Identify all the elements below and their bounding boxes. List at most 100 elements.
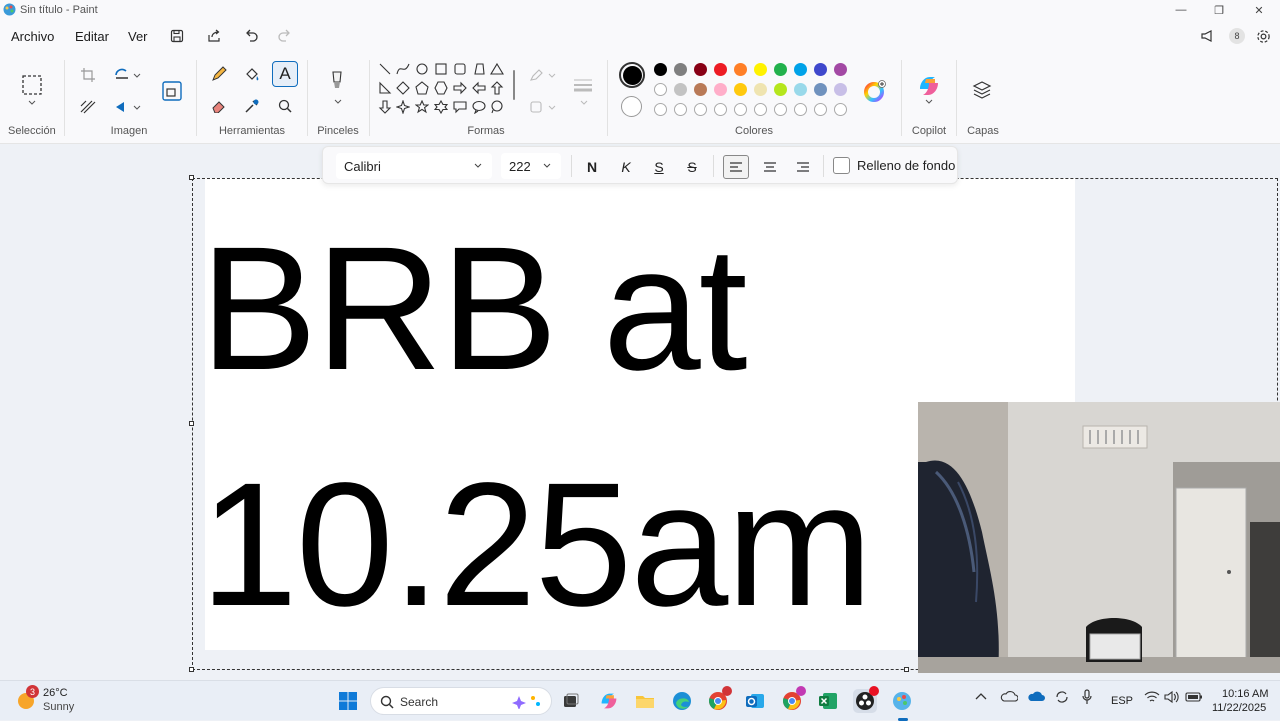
weather-widget[interactable]: 3 [16, 685, 39, 711]
triangle-shape-icon[interactable] [490, 62, 504, 76]
left-arrow-shape-icon[interactable] [472, 81, 486, 95]
brush-icon[interactable] [325, 70, 349, 92]
crop-icon[interactable] [76, 64, 100, 86]
background-remove-icon[interactable] [76, 96, 100, 118]
edit-colors-icon[interactable] [864, 80, 886, 102]
settings-gear-icon[interactable] [1252, 26, 1274, 46]
redo-icon[interactable] [274, 26, 296, 46]
pencil-icon[interactable] [207, 63, 231, 85]
color-swatch[interactable] [714, 63, 727, 76]
menu-editar[interactable]: Editar [75, 29, 109, 44]
volume-icon[interactable] [1164, 690, 1180, 707]
diamond-shape-icon[interactable] [396, 81, 410, 95]
custom-color-slot[interactable] [714, 103, 727, 116]
rectangle-shape-icon[interactable] [434, 62, 448, 76]
color-swatch[interactable] [654, 63, 667, 76]
copilot-chevron-icon[interactable] [917, 95, 941, 107]
resize-handle[interactable] [189, 175, 194, 180]
stroke-size-icon[interactable] [570, 74, 596, 96]
color-swatch[interactable] [754, 63, 767, 76]
fill-bucket-icon[interactable] [240, 63, 264, 85]
resize-handle[interactable] [189, 421, 194, 426]
custom-color-slot[interactable] [834, 103, 847, 116]
rounded-rectangle-shape-icon[interactable] [453, 62, 467, 76]
copilot-icon[interactable] [917, 75, 941, 97]
callout-rect-shape-icon[interactable] [453, 100, 467, 114]
resize-handle[interactable] [904, 667, 909, 672]
custom-color-slot[interactable] [754, 103, 767, 116]
account-badge[interactable]: 8 [1226, 26, 1248, 46]
taskbar-search-box[interactable]: Search [370, 687, 552, 715]
strikethrough-button[interactable]: S [679, 155, 705, 179]
excel-icon[interactable] [816, 689, 840, 713]
menu-archivo[interactable]: Archivo [11, 29, 54, 44]
paint-taskbar-icon[interactable] [890, 689, 914, 713]
start-button[interactable] [336, 689, 360, 713]
color-swatch[interactable] [694, 83, 707, 96]
file-explorer-icon[interactable] [633, 689, 657, 713]
chrome-profile-icon[interactable] [780, 686, 806, 713]
maximize-button[interactable]: ❐ [1204, 2, 1234, 18]
curve-shape-icon[interactable] [396, 62, 410, 76]
pentagon-shape-icon[interactable] [415, 81, 429, 95]
background-fill-checkbox[interactable] [833, 157, 850, 174]
color-swatch[interactable] [774, 83, 787, 96]
custom-color-slot[interactable] [694, 103, 707, 116]
five-point-star-shape-icon[interactable] [415, 100, 429, 114]
share-icon[interactable] [203, 26, 225, 46]
custom-color-slot[interactable] [814, 103, 827, 116]
shapes-scrollbar[interactable] [513, 70, 515, 100]
edge-browser-icon[interactable] [670, 689, 694, 713]
tray-overflow-chevron-icon[interactable] [975, 691, 987, 703]
input-language[interactable]: ESP [1111, 695, 1133, 707]
color-swatch[interactable] [734, 63, 747, 76]
hexagon-shape-icon[interactable] [434, 81, 448, 95]
save-icon[interactable] [166, 26, 188, 46]
color-swatch[interactable] [754, 83, 767, 96]
canvas-text-line-2[interactable]: 10.25am [200, 444, 873, 646]
primary-color-button[interactable] [619, 62, 645, 88]
rotate-chevron-icon[interactable] [130, 64, 144, 86]
color-swatch[interactable] [694, 63, 707, 76]
callout-cloud-shape-icon[interactable] [490, 100, 504, 114]
clock-date[interactable]: 11/22/2025 [1212, 702, 1266, 714]
custom-color-slot[interactable] [774, 103, 787, 116]
task-view-icon[interactable] [559, 689, 583, 713]
resize-handle[interactable] [189, 667, 194, 672]
underline-button[interactable]: S [646, 155, 672, 179]
chrome-icon[interactable] [706, 686, 732, 713]
color-swatch[interactable] [714, 83, 727, 96]
align-center-button[interactable] [757, 155, 783, 179]
custom-color-slot[interactable] [654, 103, 667, 116]
italic-button[interactable]: K [613, 155, 639, 179]
sync-icon[interactable] [1054, 689, 1070, 708]
align-left-button[interactable] [723, 155, 749, 179]
color-swatch[interactable] [674, 63, 687, 76]
font-family-select[interactable]: Calibri [336, 153, 492, 179]
color-swatch[interactable] [794, 83, 807, 96]
undo-icon[interactable] [240, 26, 262, 46]
close-button[interactable]: ✕ [1244, 2, 1274, 18]
color-swatch[interactable] [834, 83, 847, 96]
wifi-icon[interactable] [1144, 690, 1160, 707]
color-swatch[interactable] [794, 63, 807, 76]
onedrive-blue-icon[interactable] [1027, 690, 1045, 705]
callout-oval-shape-icon[interactable] [472, 100, 486, 114]
four-point-star-shape-icon[interactable] [396, 100, 410, 114]
secondary-color-button[interactable] [621, 96, 642, 117]
align-right-button[interactable] [790, 155, 816, 179]
minimize-button[interactable]: — [1166, 2, 1196, 18]
selection-dropdown-chevron-icon[interactable] [20, 96, 44, 108]
color-swatch[interactable] [654, 83, 667, 96]
oval-shape-icon[interactable] [415, 62, 429, 76]
flip-chevron-icon[interactable] [130, 96, 144, 118]
color-swatch[interactable] [674, 83, 687, 96]
copilot-taskbar-icon[interactable] [597, 689, 621, 713]
color-swatch[interactable] [814, 83, 827, 96]
canvas-text-line-1[interactable]: BRB at [200, 208, 748, 410]
layers-icon[interactable] [972, 80, 992, 100]
custom-color-slot[interactable] [674, 103, 687, 116]
color-swatch[interactable] [734, 83, 747, 96]
brush-chevron-icon[interactable] [326, 95, 350, 107]
font-size-select[interactable]: 222 [501, 153, 561, 179]
